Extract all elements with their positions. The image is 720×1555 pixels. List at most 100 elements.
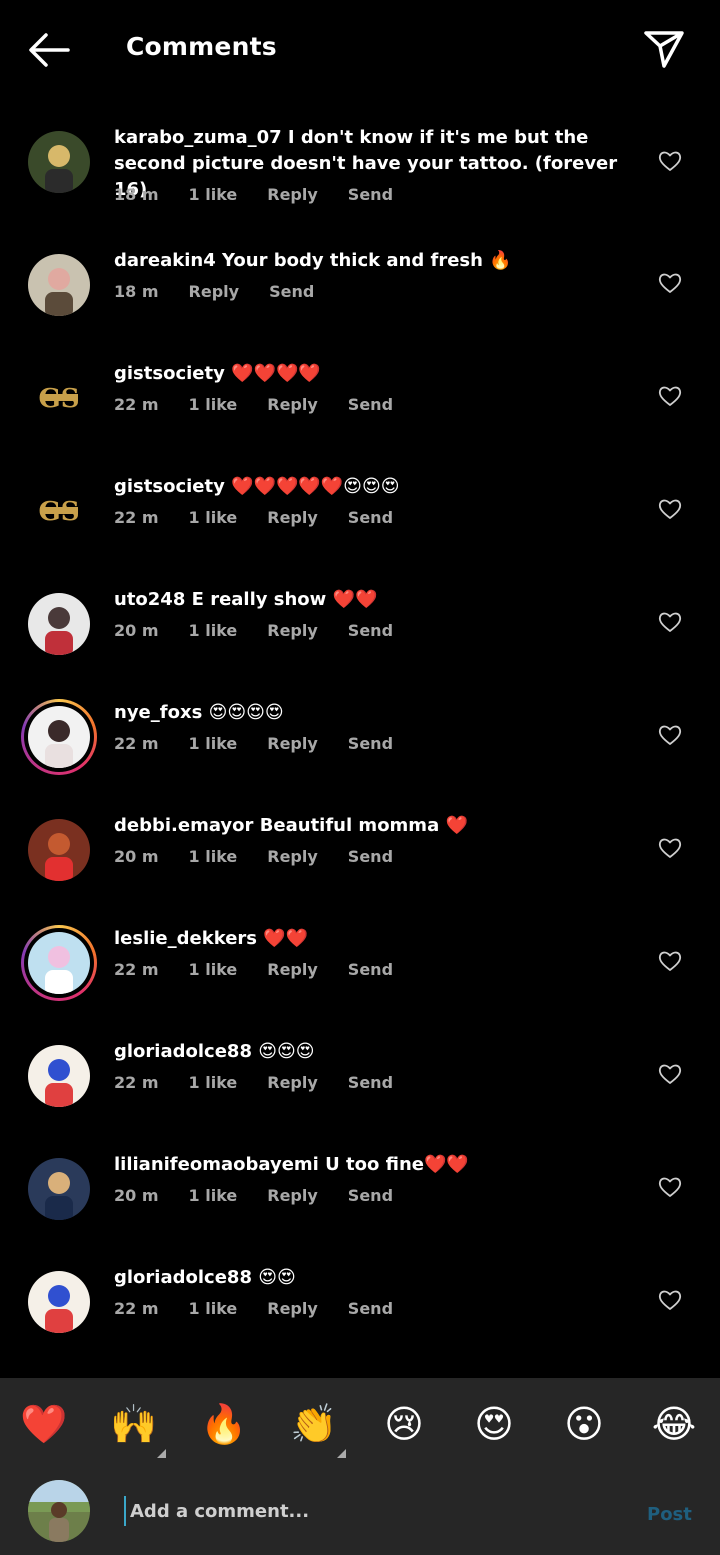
avatar[interactable] xyxy=(28,131,90,193)
heart-icon[interactable] xyxy=(658,836,682,860)
reply-button[interactable]: Reply xyxy=(267,1186,318,1205)
comment-like-count[interactable]: 1 like xyxy=(189,734,238,753)
reply-button[interactable]: Reply xyxy=(267,847,318,866)
comment-like-count[interactable]: 1 like xyxy=(189,960,238,979)
comment-timestamp: 20 m xyxy=(114,621,159,640)
post-button[interactable]: Post xyxy=(647,1504,692,1525)
comment-username[interactable]: gloriadolce88 xyxy=(114,1267,252,1288)
comment-text: gistsociety ❤️❤️❤️❤️ xyxy=(114,361,634,387)
heart-icon[interactable] xyxy=(658,1062,682,1086)
avatar[interactable] xyxy=(28,932,90,994)
comment-row: dareakin4 Your body thick and fresh 🔥 18 … xyxy=(0,235,720,335)
crying-face-emoji[interactable]: 😢 xyxy=(378,1398,430,1450)
comment-like-count[interactable]: 1 like xyxy=(189,621,238,640)
reply-button[interactable]: Reply xyxy=(267,508,318,527)
comment-text: lilianifeomaobayemi U too fine❤️❤️ xyxy=(114,1152,634,1178)
comment-body: 😍😍😍😍 xyxy=(208,702,284,723)
comment-timestamp: 22 m xyxy=(114,395,159,414)
comment-body: ❤️❤️ xyxy=(263,928,309,949)
send-comment-button[interactable]: Send xyxy=(348,847,393,866)
comment-timestamp: 22 m xyxy=(114,1299,159,1318)
comment-username[interactable]: gistsociety xyxy=(114,476,225,497)
send-comment-button[interactable]: Send xyxy=(269,282,314,301)
surprised-face-emoji[interactable]: 😮 xyxy=(558,1398,610,1450)
comment-like-count[interactable]: 1 like xyxy=(189,185,238,204)
avatar[interactable] xyxy=(28,1271,90,1333)
comment-row: karabo_zuma_07 I don't know if it's me b… xyxy=(0,112,720,212)
compose-row: Post xyxy=(0,1478,720,1548)
comment-meta: 20 m 1 like Reply Send xyxy=(114,1186,423,1205)
comment-like-count[interactable]: 1 like xyxy=(189,1186,238,1205)
send-comment-button[interactable]: Send xyxy=(348,621,393,640)
comment-username[interactable]: nye_foxs xyxy=(114,702,202,723)
avatar[interactable] xyxy=(28,1045,90,1107)
send-comment-button[interactable]: Send xyxy=(348,185,393,204)
comment-like-count[interactable]: 1 like xyxy=(189,395,238,414)
comment-username[interactable]: leslie_dekkers xyxy=(114,928,257,949)
comment-username[interactable]: debbi.emayor xyxy=(114,815,253,836)
send-comment-button[interactable]: Send xyxy=(348,734,393,753)
page-title: Comments xyxy=(126,32,277,61)
back-button[interactable] xyxy=(26,30,72,70)
send-comment-button[interactable]: Send xyxy=(348,960,393,979)
comment-body: 😍😍 xyxy=(258,1267,296,1288)
heart-icon[interactable] xyxy=(658,149,682,173)
comment-text: gistsociety ❤️❤️❤️❤️❤️😍😍😍 xyxy=(114,474,634,500)
heart-icon[interactable] xyxy=(658,723,682,747)
heart-icon[interactable] xyxy=(658,1175,682,1199)
comment-username[interactable]: dareakin4 xyxy=(114,250,216,271)
clapping-hands-emoji[interactable]: 👏 xyxy=(288,1398,346,1458)
emoji-glyph: 👏 xyxy=(290,1402,338,1446)
heart-icon[interactable] xyxy=(658,384,682,408)
avatar[interactable] xyxy=(28,819,90,881)
comment-username[interactable]: lilianifeomaobayemi xyxy=(114,1154,319,1175)
comment-input[interactable] xyxy=(124,1496,610,1526)
comment-username[interactable]: karabo_zuma_07 xyxy=(114,127,282,148)
comment-like-count[interactable]: 1 like xyxy=(189,847,238,866)
comment-like-count[interactable]: 1 like xyxy=(189,1073,238,1092)
reply-button[interactable]: Reply xyxy=(267,1073,318,1092)
direct-message-button[interactable] xyxy=(642,28,686,70)
comment-username[interactable]: gistsociety xyxy=(114,363,225,384)
heart-eyes-emoji[interactable]: 😍 xyxy=(468,1398,520,1450)
avatar[interactable]: GS xyxy=(28,480,90,542)
reply-button[interactable]: Reply xyxy=(267,960,318,979)
avatar[interactable] xyxy=(28,254,90,316)
reply-button[interactable]: Reply xyxy=(267,395,318,414)
laughing-tears-emoji[interactable]: 😂 xyxy=(648,1398,700,1450)
comment-like-count[interactable]: 1 like xyxy=(189,1299,238,1318)
quick-reaction-row: ❤️ 🙌 🔥 👏 😢 😍 😮 😂 xyxy=(0,1398,720,1458)
comment-meta: 22 m 1 like Reply Send xyxy=(114,395,423,414)
send-comment-button[interactable]: Send xyxy=(348,1186,393,1205)
reply-button[interactable]: Reply xyxy=(267,185,318,204)
heart-icon[interactable] xyxy=(658,497,682,521)
comment-body: ❤️❤️❤️❤️❤️😍😍😍 xyxy=(231,476,400,497)
avatar[interactable] xyxy=(28,706,90,768)
comment-timestamp: 22 m xyxy=(114,960,159,979)
comment-username[interactable]: gloriadolce88 xyxy=(114,1041,252,1062)
reply-button[interactable]: Reply xyxy=(267,734,318,753)
avatar[interactable]: GS xyxy=(28,367,90,429)
heart-icon[interactable] xyxy=(658,949,682,973)
comment-text: gloriadolce88 😍😍 xyxy=(114,1265,634,1291)
comment-username[interactable]: uto248 xyxy=(114,589,185,610)
comment-like-count[interactable]: 1 like xyxy=(189,508,238,527)
avatar[interactable] xyxy=(28,593,90,655)
red-heart-emoji[interactable]: ❤️ xyxy=(18,1398,70,1450)
reply-button[interactable]: Reply xyxy=(267,1299,318,1318)
comment-row: GS gistsociety ❤️❤️❤️❤️ 22 m 1 like Reply Sen… xyxy=(0,348,720,448)
send-comment-button[interactable]: Send xyxy=(348,508,393,527)
heart-icon[interactable] xyxy=(658,610,682,634)
heart-icon[interactable] xyxy=(658,271,682,295)
comment-body: 😍😍😍 xyxy=(258,1041,315,1062)
raising-hands-emoji[interactable]: 🙌 xyxy=(108,1398,166,1458)
send-comment-button[interactable]: Send xyxy=(348,1073,393,1092)
send-comment-button[interactable]: Send xyxy=(348,395,393,414)
reply-button[interactable]: Reply xyxy=(189,282,240,301)
fire-emoji[interactable]: 🔥 xyxy=(198,1398,250,1450)
heart-icon[interactable] xyxy=(658,1288,682,1312)
avatar[interactable] xyxy=(28,1158,90,1220)
send-comment-button[interactable]: Send xyxy=(348,1299,393,1318)
emoji-glyph: 😢 xyxy=(384,1402,424,1446)
reply-button[interactable]: Reply xyxy=(267,621,318,640)
